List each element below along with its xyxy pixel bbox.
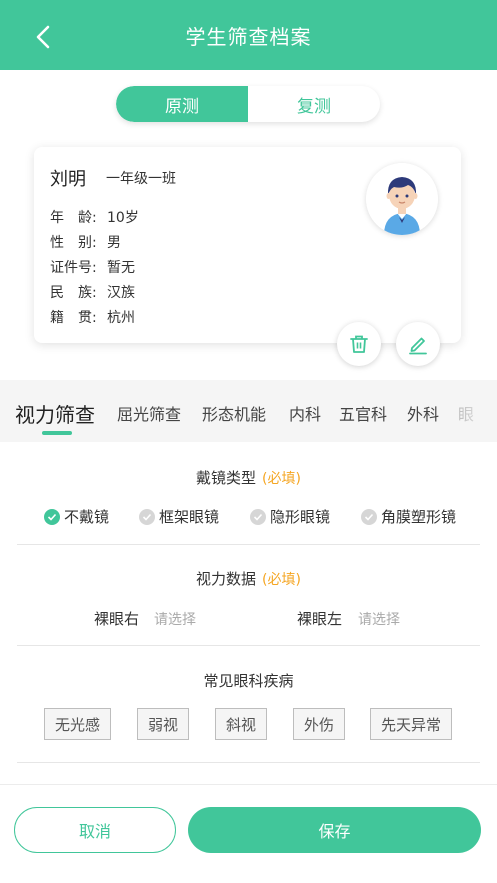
disease-tag-congenital[interactable]: 先天异常 bbox=[370, 708, 452, 740]
trash-icon bbox=[350, 335, 368, 353]
check-circle-icon bbox=[250, 508, 266, 525]
disease-tag-amblyopia[interactable]: 弱视 bbox=[137, 708, 189, 740]
back-button[interactable] bbox=[28, 22, 58, 52]
info-hometown: 籍 贯: 杭州 bbox=[50, 307, 135, 327]
info-label: 性 别: bbox=[50, 235, 97, 251]
tab-ent[interactable]: 五官科 bbox=[339, 401, 387, 425]
info-label: 年 龄: bbox=[50, 210, 97, 226]
info-value: 杭州 bbox=[107, 310, 135, 326]
info-ethnicity: 民 族: 汉族 bbox=[50, 282, 135, 302]
diseases-title: 常见眼科疾病 bbox=[203, 672, 294, 690]
footer-divider bbox=[0, 784, 497, 785]
info-age: 年 龄: 10岁 bbox=[50, 207, 139, 227]
info-value: 10岁 bbox=[107, 210, 139, 226]
top-bar: 学生筛查档案 bbox=[0, 0, 497, 70]
divider bbox=[17, 762, 480, 763]
glasses-title: 戴镜类型 bbox=[196, 469, 257, 487]
exam-tabs: 视力筛查 屈光筛查 形态机能 内科 五官科 外科 眼 bbox=[0, 380, 497, 442]
info-value: 汉族 bbox=[107, 285, 135, 301]
tab-indicator bbox=[42, 431, 72, 435]
radio-label: 不戴镜 bbox=[64, 508, 110, 526]
tab-surgery[interactable]: 外科 bbox=[407, 401, 439, 425]
save-button[interactable]: 保存 bbox=[188, 807, 481, 853]
edit-button[interactable] bbox=[396, 322, 440, 366]
info-value: 暂无 bbox=[107, 260, 135, 276]
info-id: 证件号: 暂无 bbox=[50, 257, 135, 277]
radio-ortho-k[interactable]: 角膜塑形镜 bbox=[361, 506, 456, 527]
radio-label: 框架眼镜 bbox=[159, 508, 220, 526]
avatar bbox=[366, 163, 438, 235]
divider bbox=[17, 544, 480, 545]
cancel-button[interactable]: 取消 bbox=[14, 807, 176, 853]
student-name: 刘明 bbox=[50, 169, 86, 190]
disease-tag-injury[interactable]: 外伤 bbox=[293, 708, 345, 740]
radio-label: 隐形眼镜 bbox=[270, 508, 331, 526]
tab-refraction[interactable]: 屈光筛查 bbox=[117, 401, 181, 425]
left-eye-select[interactable]: 请选择 bbox=[358, 609, 400, 629]
glasses-section-title: 戴镜类型 (必填) bbox=[0, 467, 497, 488]
radio-frame-glasses[interactable]: 框架眼镜 bbox=[139, 506, 219, 527]
disease-tag-strabismus[interactable]: 斜视 bbox=[215, 708, 267, 740]
vision-title: 视力数据 bbox=[196, 570, 257, 588]
info-value: 男 bbox=[107, 235, 121, 251]
tab-vision[interactable]: 视力筛查 bbox=[15, 399, 95, 428]
tab-morphology[interactable]: 形态机能 bbox=[202, 401, 266, 425]
radio-no-glasses[interactable]: 不戴镜 bbox=[44, 506, 109, 527]
check-circle-icon bbox=[44, 508, 60, 525]
pencil-icon bbox=[409, 337, 427, 355]
radio-label: 角膜塑形镜 bbox=[381, 508, 457, 526]
radio-contact-lens[interactable]: 隐形眼镜 bbox=[250, 506, 330, 527]
required-mark: (必填) bbox=[262, 471, 301, 487]
delete-button[interactable] bbox=[337, 322, 381, 366]
info-gender: 性 别: 男 bbox=[50, 232, 121, 252]
measure-segment: 原测 复测 bbox=[116, 86, 380, 122]
info-label: 民 族: bbox=[50, 285, 97, 301]
tab-internal[interactable]: 内科 bbox=[289, 401, 321, 425]
info-label: 证件号: bbox=[50, 260, 97, 276]
boy-avatar-icon bbox=[366, 163, 438, 235]
chevron-left-icon bbox=[36, 25, 50, 49]
required-mark: (必填) bbox=[262, 572, 301, 588]
right-eye-label: 裸眼右 bbox=[94, 610, 140, 628]
segment-original[interactable]: 原测 bbox=[116, 86, 248, 122]
divider bbox=[17, 645, 480, 646]
student-card: 刘明 一年级一班 年 龄: 10岁 性 别: 男 证件号: 暂无 民 族: 汉族… bbox=[34, 147, 461, 343]
vision-section-title: 视力数据 (必填) bbox=[0, 568, 497, 589]
student-class: 一年级一班 bbox=[106, 171, 176, 187]
info-label: 籍 贯: bbox=[50, 310, 97, 326]
disease-tag-no-light[interactable]: 无光感 bbox=[44, 708, 111, 740]
check-circle-icon bbox=[139, 508, 155, 525]
check-circle-icon bbox=[361, 508, 377, 525]
left-eye-label: 裸眼左 bbox=[297, 610, 343, 628]
right-eye-select[interactable]: 请选择 bbox=[154, 609, 196, 629]
page-title: 学生筛查档案 bbox=[185, 24, 312, 49]
segment-retest[interactable]: 复测 bbox=[248, 86, 380, 122]
tabs-fade bbox=[457, 380, 497, 442]
